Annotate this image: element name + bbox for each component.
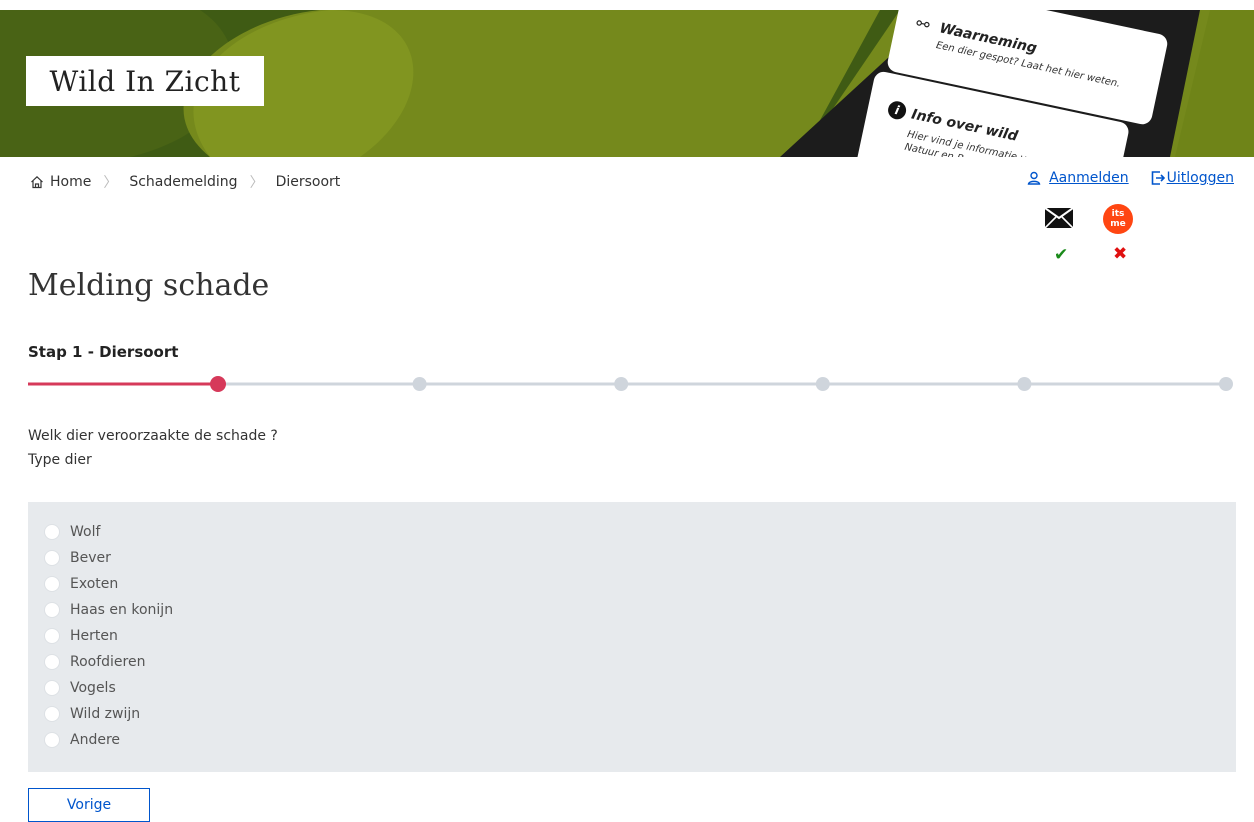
radio-label: Roofdieren: [70, 654, 146, 670]
radio-label: Andere: [70, 732, 121, 748]
header-banner: ⚯ Waarneming Een dier gespot? Laat het h…: [0, 10, 1254, 157]
radio-button[interactable]: [44, 576, 60, 592]
progress-stepper: [28, 374, 1236, 394]
step-label: Stap 1 - Diersoort: [28, 343, 179, 361]
radio-label: Herten: [70, 628, 118, 644]
stepper-dot-3: [614, 377, 629, 391]
logout-icon: [1151, 171, 1165, 185]
binoculars-icon: ⚯: [914, 13, 932, 35]
radio-option-bever[interactable]: Bever: [44, 550, 111, 566]
radio-button[interactable]: [44, 628, 60, 644]
radio-label: Wild zwijn: [70, 706, 141, 722]
radio-option-exoten[interactable]: Exoten: [44, 576, 118, 592]
user-icon: [1027, 171, 1041, 185]
stepper-graphic: [28, 376, 1233, 392]
login-link[interactable]: Aanmelden: [1027, 170, 1129, 186]
mail-icon: [1045, 208, 1073, 228]
logout-link[interactable]: Uitloggen: [1151, 170, 1234, 186]
breadcrumb-item-diersoort: Diersoort: [275, 174, 341, 190]
breadcrumb: Home 〉 Schademelding 〉 Diersoort: [30, 172, 340, 192]
chevron-right-icon: 〉: [103, 175, 118, 191]
info-icon: i: [886, 99, 908, 121]
breadcrumb-home-label: Home: [50, 174, 92, 190]
radio-option-andere[interactable]: Andere: [44, 732, 120, 748]
site-logo-text: Wild In Zicht: [49, 64, 241, 98]
stepper-dot-1: [210, 376, 226, 392]
radio-button[interactable]: [44, 706, 60, 722]
stepper-dot-2: [412, 377, 427, 391]
login-label: Aanmelden: [1049, 170, 1129, 186]
radio-label: Vogels: [70, 680, 116, 696]
question-text: Welk dier veroorzaakte de schade ?: [28, 428, 278, 444]
radio-label: Wolf: [70, 524, 101, 540]
stepper-dot-6: [1219, 377, 1233, 391]
radio-button[interactable]: [44, 524, 60, 540]
radio-label: Haas en konijn: [70, 602, 174, 618]
cross-icon: ✖: [1113, 244, 1128, 264]
home-icon: [31, 175, 43, 189]
breadcrumb-item-schademelding[interactable]: Schademelding: [129, 174, 237, 190]
account-links: Aanmelden Uitloggen: [1027, 170, 1234, 186]
logout-label: Uitloggen: [1166, 170, 1234, 186]
check-icon: ✔: [1054, 245, 1069, 265]
radio-option-wild-zwijn[interactable]: Wild zwijn: [44, 706, 140, 722]
itsme-label-bottom: me: [1110, 219, 1126, 229]
radio-button[interactable]: [44, 602, 60, 618]
radio-option-roofdieren[interactable]: Roofdieren: [44, 654, 145, 670]
radio-option-herten[interactable]: Herten: [44, 628, 118, 644]
chevron-right-icon: 〉: [249, 175, 264, 191]
radio-button[interactable]: [44, 654, 60, 670]
breadcrumb-home[interactable]: Home: [30, 174, 91, 190]
page-title: Melding schade: [28, 268, 270, 303]
itsme-label-top: its: [1111, 209, 1125, 219]
radio-option-vogels[interactable]: Vogels: [44, 680, 116, 696]
radio-option-haas-en-konijn[interactable]: Haas en konijn: [44, 602, 173, 618]
radio-button[interactable]: [44, 550, 60, 566]
question-subtitle: Type dier: [28, 452, 92, 468]
stepper-dot-4: [815, 377, 830, 391]
itsme-icon: its me: [1103, 204, 1133, 234]
radio-button[interactable]: [44, 732, 60, 748]
stepper-dot-5: [1017, 377, 1032, 391]
radio-label: Bever: [70, 550, 111, 566]
site-logo[interactable]: Wild In Zicht: [26, 56, 264, 106]
radio-option-wolf[interactable]: Wolf: [44, 524, 100, 540]
radio-label: Exoten: [70, 576, 119, 592]
radio-button[interactable]: [44, 680, 60, 696]
animal-options-panel: Wolf Bever Exoten Haas en konijn Herten Roofd…: [28, 502, 1236, 772]
